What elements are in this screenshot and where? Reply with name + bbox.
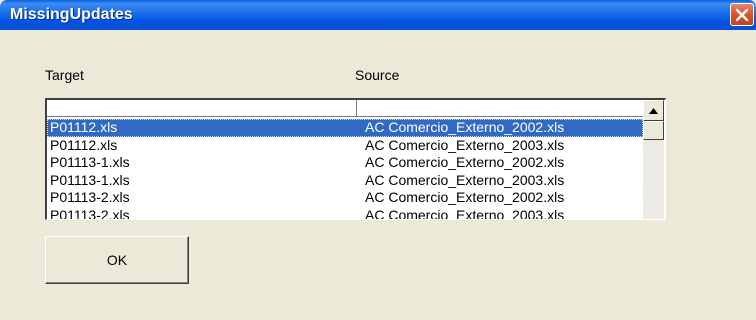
- ok-button[interactable]: OK: [45, 236, 189, 284]
- target-column-label: Target: [45, 67, 84, 83]
- target-cell: P01113-2.xls: [50, 206, 130, 220]
- target-cell: P01112.xls: [50, 119, 118, 135]
- header-column-source[interactable]: [357, 100, 643, 117]
- list-item[interactable]: P01113-1.xls AC Comercio_Externo_2002.xl…: [47, 154, 643, 172]
- source-column-label: Source: [355, 67, 400, 83]
- list-rows: P01112.xls AC Comercio_Externo_2002.xls …: [47, 119, 643, 220]
- target-cell: P01113-1.xls: [50, 171, 130, 188]
- source-cell: AC Comercio_Externo_2002.xls: [365, 189, 565, 205]
- source-cell: AC Comercio_Externo_2003.xls: [365, 206, 565, 220]
- scroll-thumb[interactable]: [643, 121, 664, 140]
- header-column-target[interactable]: [47, 100, 357, 117]
- target-cell: P01113-1.xls: [50, 154, 130, 170]
- target-cell: P01113-2.xls: [50, 189, 130, 205]
- title-bar[interactable]: MissingUpdates: [0, 0, 756, 30]
- source-cell: AC Comercio_Externo_2003.xls: [365, 136, 565, 153]
- list-item[interactable]: P01112.xls AC Comercio_Externo_2002.xls: [47, 119, 643, 137]
- arrow-up-icon: [649, 107, 658, 114]
- source-cell: AC Comercio_Externo_2003.xls: [365, 171, 565, 188]
- window-title: MissingUpdates: [10, 6, 133, 23]
- source-cell: AC Comercio_Externo_2002.xls: [365, 154, 565, 170]
- close-button[interactable]: [730, 3, 754, 26]
- source-cell: AC Comercio_Externo_2002.xls: [365, 119, 565, 135]
- list-item[interactable]: P01113-1.xls AC Comercio_Externo_2003.xl…: [47, 172, 643, 190]
- list-item[interactable]: P01113-2.xls AC Comercio_Externo_2003.xl…: [47, 206, 643, 220]
- list-header: [47, 100, 643, 117]
- close-icon: [735, 8, 749, 21]
- target-cell: P01112.xls: [50, 136, 118, 153]
- updates-listbox[interactable]: P01112.xls AC Comercio_Externo_2002.xls …: [45, 98, 666, 220]
- list-item[interactable]: P01112.xls AC Comercio_Externo_2003.xls: [47, 137, 643, 155]
- scroll-up-button[interactable]: [643, 100, 664, 121]
- vertical-scrollbar[interactable]: [643, 100, 664, 219]
- list-item[interactable]: P01113-2.xls AC Comercio_Externo_2002.xl…: [47, 189, 643, 207]
